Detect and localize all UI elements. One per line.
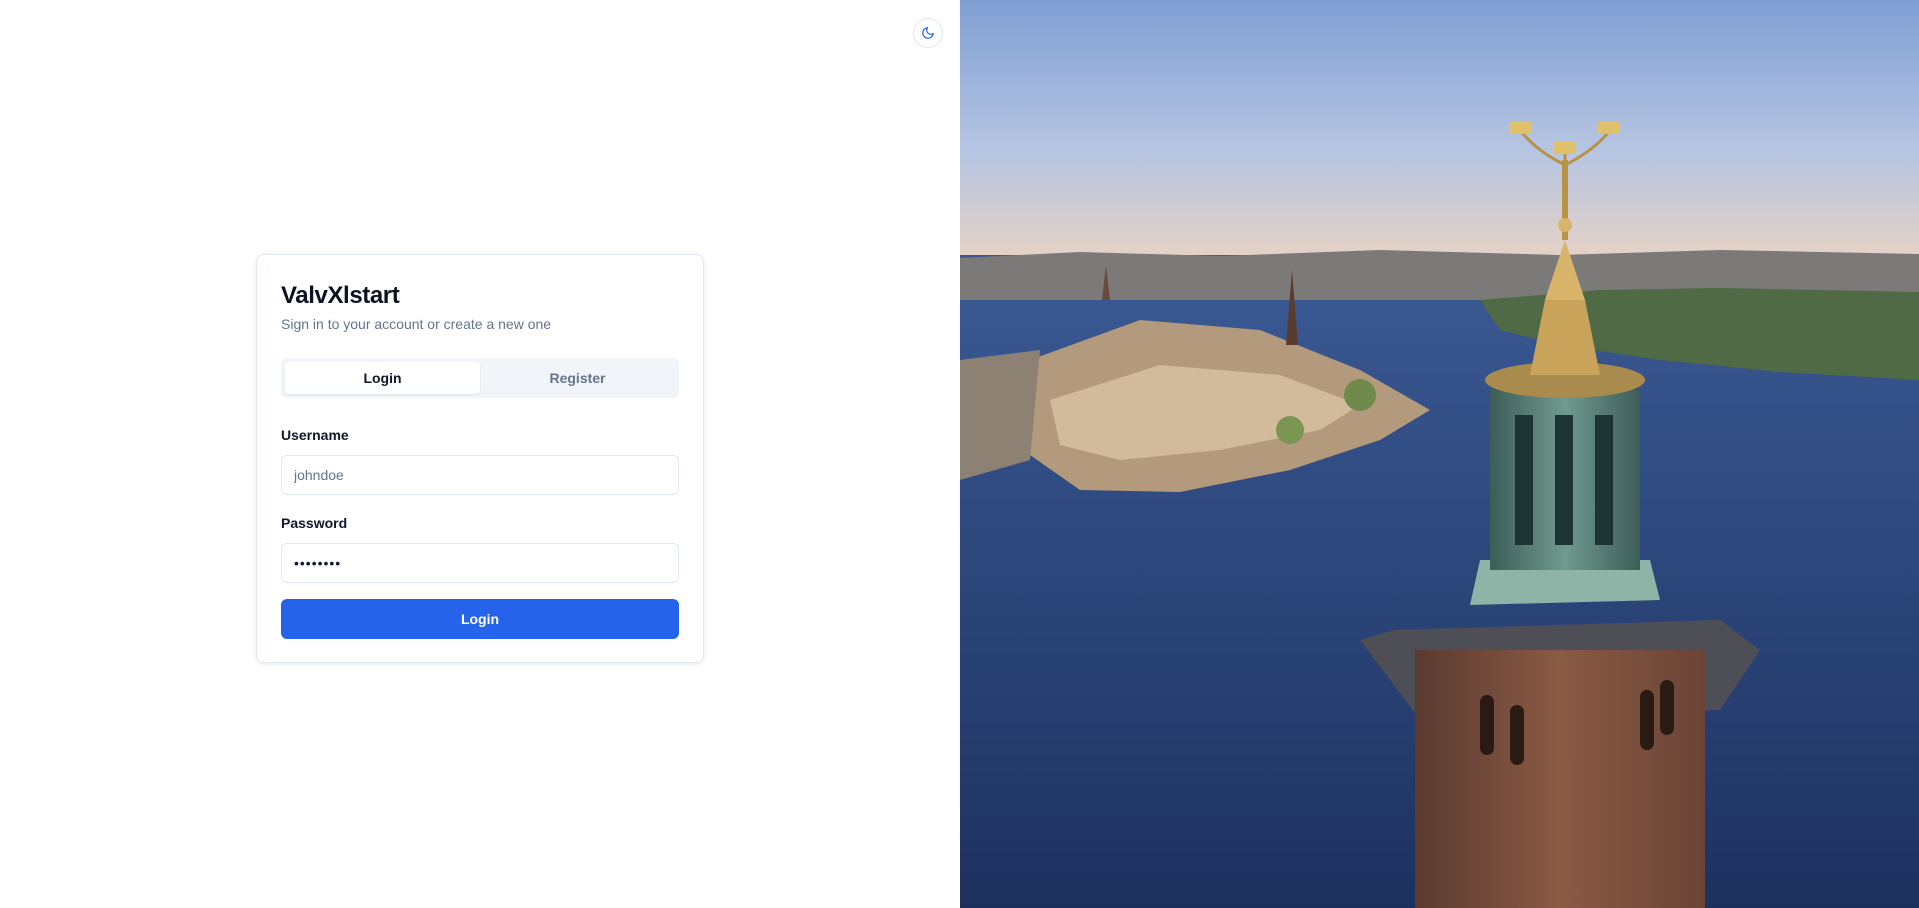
hero-image xyxy=(960,0,1919,908)
tab-login[interactable]: Login xyxy=(285,362,480,394)
theme-toggle-button[interactable] xyxy=(913,18,943,48)
app-title: ValvXlstart xyxy=(281,282,400,309)
password-label: Password xyxy=(281,515,348,531)
username-input[interactable] xyxy=(281,455,679,495)
password-input[interactable] xyxy=(281,543,679,583)
moon-icon xyxy=(922,27,934,39)
login-card: ValvXlstart Sign in to your account or c… xyxy=(256,254,704,663)
username-label: Username xyxy=(281,427,349,443)
city-hall-tower-photo xyxy=(960,0,1919,908)
login-submit-button[interactable]: Login xyxy=(281,599,679,639)
app-subtitle: Sign in to your account or create a new … xyxy=(281,316,552,332)
login-pane: ValvXlstart Sign in to your account or c… xyxy=(0,0,960,908)
tab-register[interactable]: Register xyxy=(480,362,675,394)
auth-tabs: Login Register xyxy=(281,358,679,398)
